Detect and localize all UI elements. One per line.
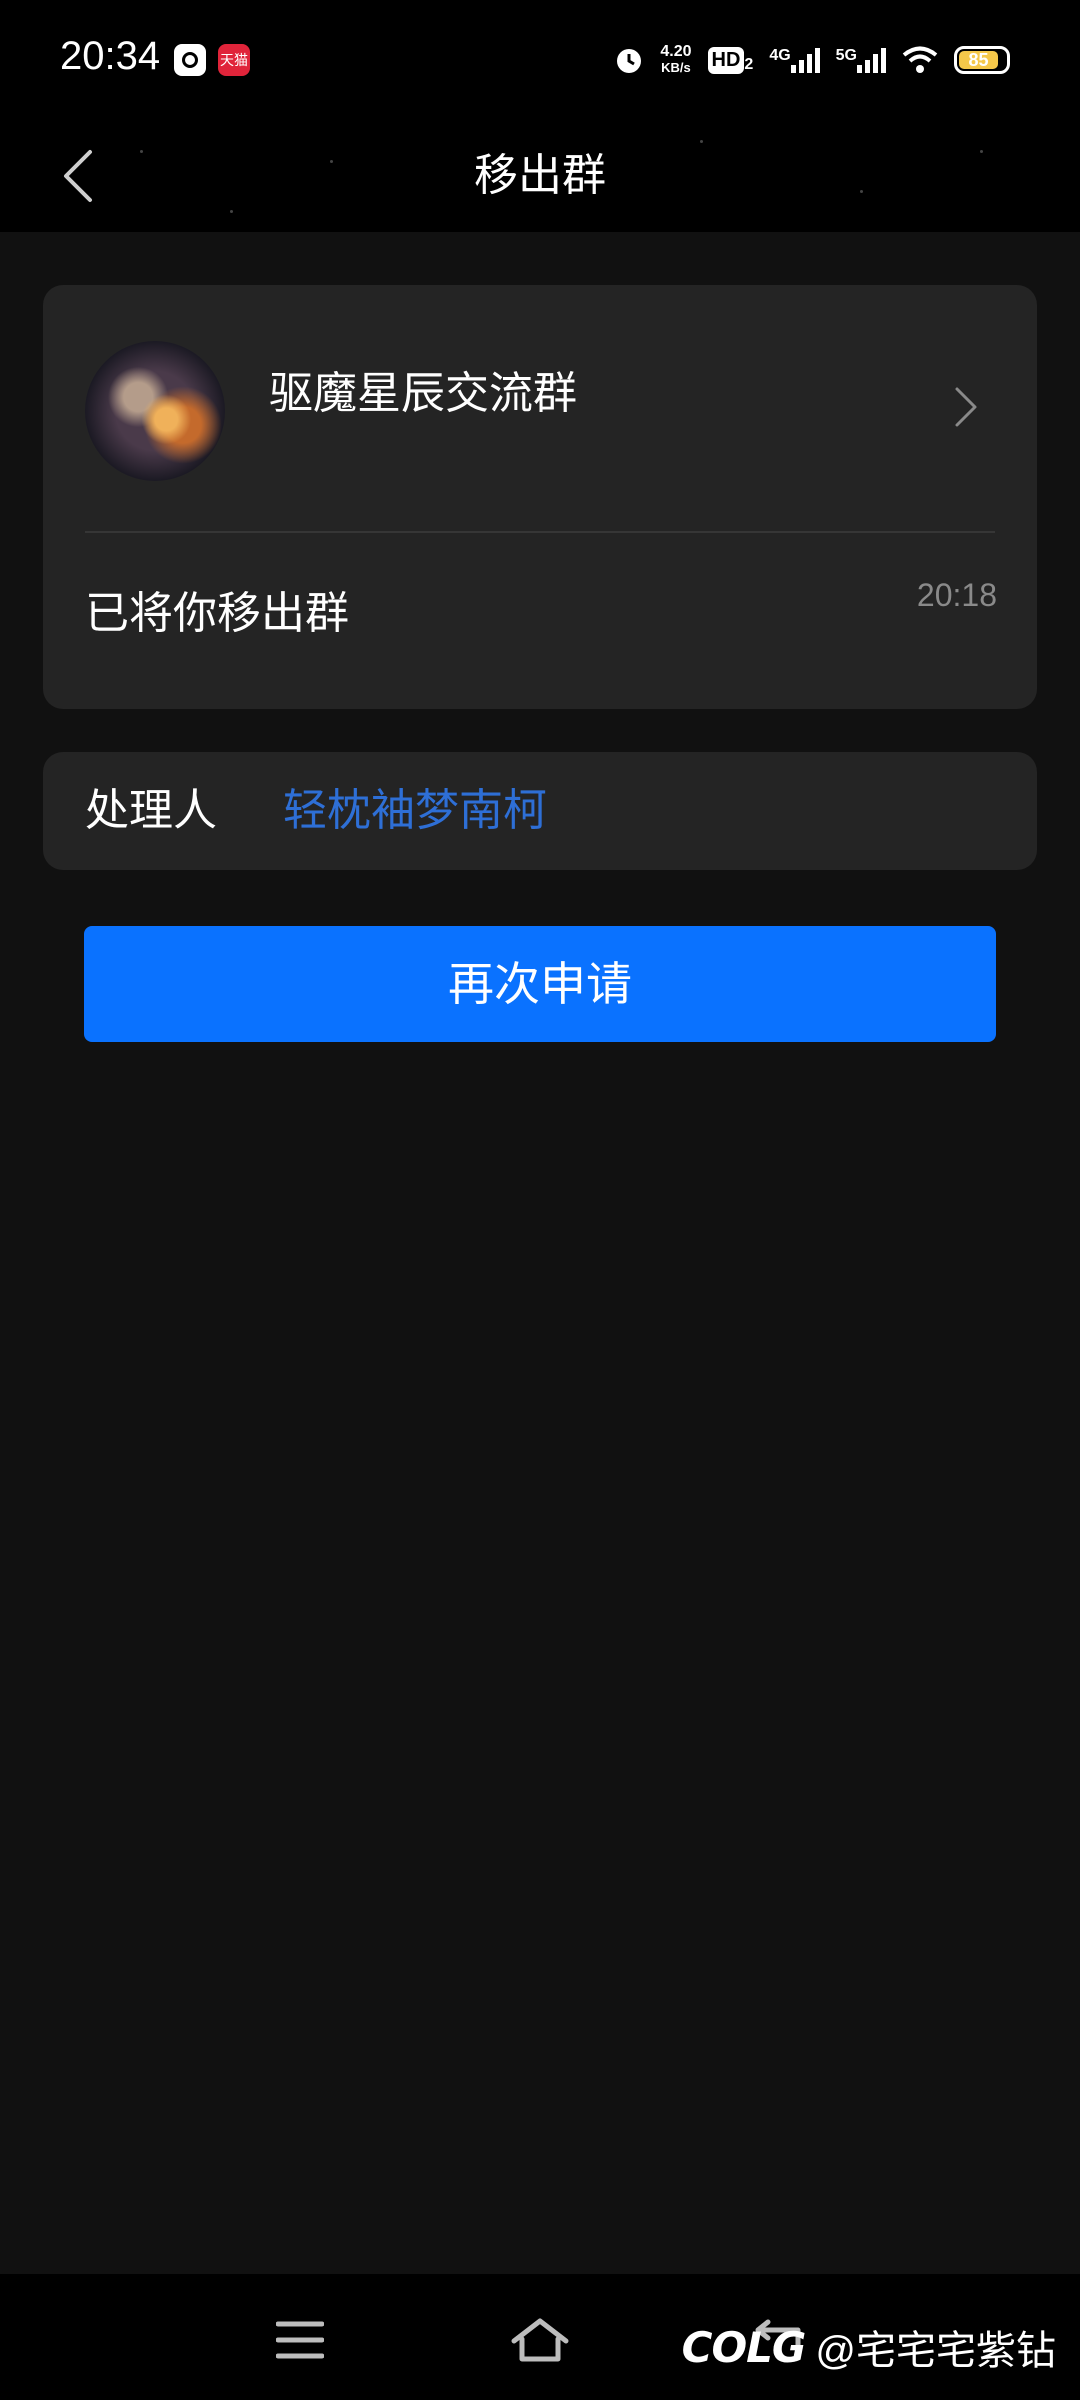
top-app-bar: 移出群 (0, 120, 1080, 232)
home-icon (511, 2318, 569, 2362)
handler-name-link[interactable]: 轻枕袖梦南柯 (283, 752, 547, 870)
app-notification-icon (174, 44, 206, 76)
status-time: 20:34 (60, 34, 161, 78)
watermark-handle: @宅宅宅紫钻 (815, 2329, 1056, 2373)
hd-badge: HD (707, 46, 745, 74)
page-title: 移出群 (474, 151, 606, 200)
removal-time: 20:18 (916, 577, 997, 613)
network-speed: 4.20 KB/s (660, 44, 691, 76)
home-button[interactable] (510, 2312, 570, 2368)
signal-4g-icon: 4G (769, 47, 820, 73)
reapply-button[interactable]: 再次申请 (84, 926, 996, 1042)
removal-message: 已将你移出群 (85, 589, 349, 638)
group-avatar[interactable] (85, 341, 225, 481)
group-info-card: 驱魔星辰交流群 已将你移出群 20:18 (43, 285, 1037, 709)
recent-apps-button[interactable] (270, 2312, 330, 2368)
handler-label: 处理人 (85, 786, 217, 835)
handler-card: 处理人 轻枕袖梦南柯 (43, 752, 1037, 870)
hd-voice-icon: HD 2 (707, 46, 754, 74)
signal-5g-icon: 5G (836, 47, 886, 73)
signal-4g-label: 4G (769, 47, 791, 64)
battery-level: 85 (959, 51, 999, 69)
battery-icon: 85 (954, 46, 1010, 74)
menu-icon (276, 2321, 324, 2359)
divider (85, 531, 995, 533)
status-bar: 20:34 天猫 4.20 KB/s HD 2 4G 5G 85 (0, 0, 1080, 120)
signal-5g-label: 5G (835, 47, 857, 64)
group-name: 驱魔星辰交流群 (269, 369, 577, 418)
network-speed-unit: KB/s (661, 60, 691, 75)
chevron-right-icon (955, 387, 977, 427)
wifi-icon (902, 46, 938, 74)
hd-sub: 2 (744, 55, 754, 73)
tmall-notification-icon: 天猫 (218, 44, 250, 76)
group-row[interactable]: 驱魔星辰交流群 (43, 285, 1037, 531)
network-speed-value: 4.20 (660, 43, 692, 60)
status-icons: 4.20 KB/s HD 2 4G 5G 85 (614, 40, 1010, 80)
alarm-icon (614, 45, 644, 75)
watermark: COLG @宅宅宅紫钻 (682, 2318, 1056, 2376)
watermark-logo: COLG (681, 2322, 807, 2372)
